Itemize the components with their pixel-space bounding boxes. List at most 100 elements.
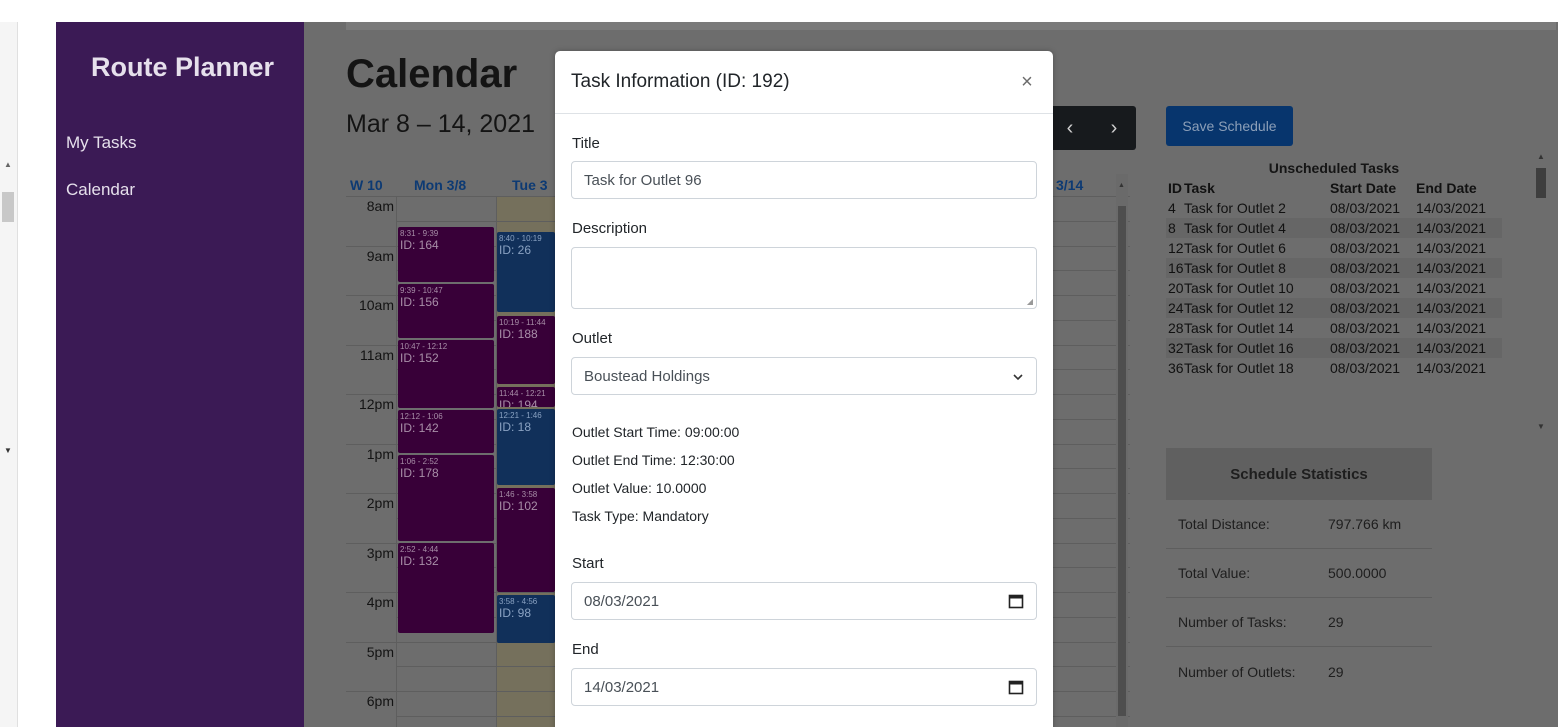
calendar-event[interactable]: 12:21 - 1:46 ID: 18 <box>497 409 555 485</box>
table-row[interactable]: 28 Task for Outlet 14 08/03/2021 14/03/2021 <box>1166 318 1502 338</box>
event-time: 9:39 - 10:47 <box>400 286 443 295</box>
table-row[interactable]: 16 Task for Outlet 8 08/03/2021 14/03/2021 <box>1166 258 1502 278</box>
calendar-event[interactable]: 10:47 - 12:12 ID: 152 <box>398 340 494 408</box>
page-title: Calendar <box>346 52 518 96</box>
calendar-event[interactable]: 8:40 - 10:19 ID: 26 <box>497 232 555 312</box>
prev-week-button[interactable]: ‹ <box>1067 117 1074 140</box>
event-id: ID: 102 <box>499 499 538 513</box>
scroll-thumb[interactable] <box>1118 206 1126 716</box>
event-id: ID: 98 <box>499 606 532 620</box>
column-header: End Date <box>1416 180 1477 196</box>
calendar-event[interactable]: 3:58 - 4:56 ID: 98 <box>497 595 555 643</box>
top-divider <box>346 22 1556 30</box>
tasks-scrollbar[interactable]: ▲ ▼ <box>1532 152 1550 452</box>
stat-value: 797.766 km <box>1328 516 1402 532</box>
description-textarea[interactable]: ◢ <box>571 247 1037 309</box>
table-row[interactable]: 20 Task for Outlet 10 08/03/2021 14/03/2021 <box>1166 278 1502 298</box>
end-date-value: 14/03/2021 <box>584 678 660 696</box>
table-cell: Task for Outlet 6 <box>1184 240 1286 256</box>
save-schedule-button[interactable]: Save Schedule <box>1166 106 1293 146</box>
time-label: 2pm <box>366 495 394 511</box>
calendar-event[interactable]: 1:46 - 3:58 ID: 102 <box>497 488 555 592</box>
table-cell: 32 <box>1168 340 1184 356</box>
table-row[interactable]: 32 Task for Outlet 16 08/03/2021 14/03/2021 <box>1166 338 1502 358</box>
stat-label: Total Value: <box>1178 565 1251 581</box>
table-cell: 08/03/2021 <box>1330 300 1401 316</box>
stat-row: Total Distance: 797.766 km <box>1166 500 1432 549</box>
event-id: ID: 164 <box>400 238 439 252</box>
scroll-down-icon[interactable]: ▼ <box>1537 422 1545 431</box>
event-time: 10:47 - 12:12 <box>400 342 448 351</box>
table-cell: Task for Outlet 10 <box>1184 280 1294 296</box>
title-input[interactable]: Task for Outlet 96 <box>571 161 1037 199</box>
modal-header: Task Information (ID: 192) × <box>555 51 1053 114</box>
sidebar-item-calendar[interactable]: Calendar <box>66 180 135 200</box>
table-cell: 08/03/2021 <box>1330 200 1401 216</box>
table-cell: 14/03/2021 <box>1416 300 1487 316</box>
scroll-thumb[interactable] <box>2 192 14 222</box>
outlet-select[interactable]: Boustead Holdings <box>571 357 1037 395</box>
table-cell: 08/03/2021 <box>1330 280 1401 296</box>
calendar-event[interactable]: 2:52 - 4:44 ID: 132 <box>398 543 494 633</box>
stat-value: 29 <box>1328 614 1344 630</box>
calendar-event[interactable]: 12:12 - 1:06 ID: 142 <box>398 410 494 453</box>
event-time: 2:52 - 4:44 <box>400 545 439 554</box>
outlet-selected-value: Boustead Holdings <box>584 367 710 385</box>
stat-value: 29 <box>1328 663 1344 680</box>
table-cell: 14/03/2021 <box>1416 240 1487 256</box>
end-label: End <box>572 641 599 658</box>
sidebar-item-my-tasks[interactable]: My Tasks <box>66 133 137 153</box>
time-label: 5pm <box>366 644 394 660</box>
column-header-mon: Mon 3/8 <box>414 177 467 193</box>
outlet-end-time: Outlet End Time: 12:30:00 <box>572 452 735 468</box>
stat-row: Total Value: 500.0000 <box>1166 549 1432 598</box>
resize-grip-icon[interactable]: ◢ <box>1027 297 1033 306</box>
date-range: Mar 8 – 14, 2021 <box>346 110 536 138</box>
start-date-input[interactable]: 08/03/2021 <box>571 582 1037 620</box>
scroll-down-icon[interactable]: ▼ <box>4 446 12 455</box>
table-row[interactable]: 12 Task for Outlet 6 08/03/2021 14/03/2021 <box>1166 238 1502 258</box>
calendar-icon[interactable] <box>1008 593 1024 609</box>
schedule-statistics: Schedule Statistics Total Distance: 797.… <box>1166 448 1432 696</box>
event-time: 10:19 - 11:44 <box>499 318 546 327</box>
time-label: 8am <box>366 198 394 214</box>
table-row[interactable]: 8 Task for Outlet 4 08/03/2021 14/03/2021 <box>1166 218 1502 238</box>
table-cell: 16 <box>1168 260 1184 276</box>
calendar-event[interactable]: 9:39 - 10:47 ID: 156 <box>398 284 494 338</box>
left-scrollbar[interactable]: ▲ ▼ <box>0 22 18 727</box>
event-id: ID: 188 <box>499 327 538 341</box>
scroll-thumb[interactable] <box>1536 168 1546 198</box>
table-cell: 14/03/2021 <box>1416 280 1487 296</box>
close-icon[interactable]: × <box>1017 71 1037 94</box>
scroll-up-icon[interactable]: ▲ <box>4 160 12 169</box>
stat-value: 500.0000 <box>1328 565 1387 581</box>
column-header: Start Date <box>1330 180 1397 196</box>
table-row[interactable]: 36 Task for Outlet 18 08/03/2021 14/03/2021 <box>1166 358 1502 378</box>
column-header-sun: 3/14 <box>1056 177 1084 193</box>
calendar-event[interactable]: 10:19 - 11:44 ID: 188 <box>497 316 555 384</box>
time-label: 9am <box>366 248 394 264</box>
table-row[interactable]: 24 Task for Outlet 12 08/03/2021 14/03/2021 <box>1166 298 1502 318</box>
table-row[interactable]: 4 Task for Outlet 2 08/03/2021 14/03/2021 <box>1166 198 1502 218</box>
week-nav: ‹ › <box>1048 106 1136 150</box>
calendar-event[interactable]: 11:44 - 12:21 ID: 194 <box>497 387 555 407</box>
scroll-up-icon[interactable]: ▲ <box>1118 182 1125 189</box>
calendar-event[interactable]: 1:06 - 2:52 ID: 178 <box>398 455 494 541</box>
unscheduled-tasks-table: Unscheduled Tasks ID Task Start Date End… <box>1166 160 1502 378</box>
time-label: 12pm <box>358 396 394 412</box>
calendar-event[interactable]: 8:31 - 9:39 ID: 164 <box>398 227 494 282</box>
task-info-modal: Task Information (ID: 192) × Title Task … <box>555 51 1053 727</box>
calendar-scrollbar[interactable]: ▲ <box>1116 174 1128 727</box>
column-header: Task <box>1184 180 1215 196</box>
scroll-up-icon[interactable]: ▲ <box>1537 152 1545 161</box>
event-time: 1:06 - 2:52 <box>400 457 439 466</box>
brand-title: Route Planner <box>91 52 275 82</box>
event-id: ID: 194 <box>499 398 538 407</box>
event-id: ID: 178 <box>400 466 439 480</box>
next-week-button[interactable]: › <box>1111 117 1118 140</box>
calendar-icon[interactable] <box>1008 679 1024 695</box>
table-cell: Task for Outlet 8 <box>1184 260 1286 276</box>
end-date-input[interactable]: 14/03/2021 <box>571 668 1037 706</box>
table-cell: 14/03/2021 <box>1416 220 1487 236</box>
event-time: 12:21 - 1:46 <box>499 411 542 420</box>
